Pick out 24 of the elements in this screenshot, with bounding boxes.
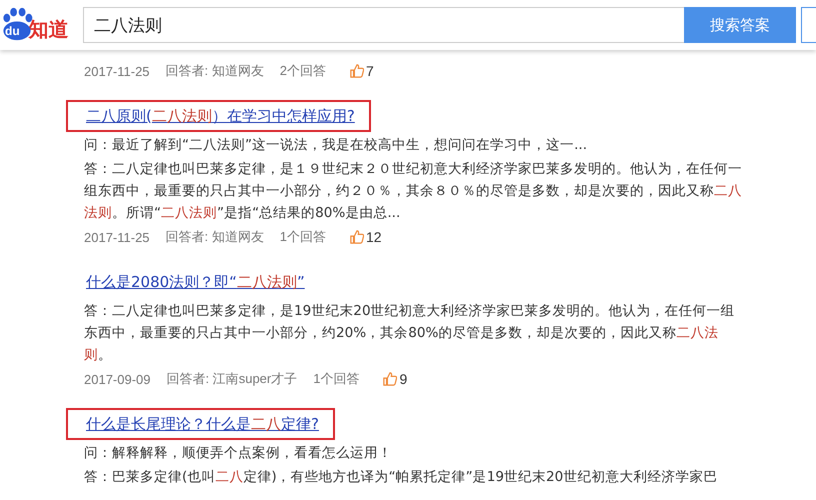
search-field[interactable]: 二八法则 bbox=[82, 7, 684, 43]
date-text: 2017-11-25 bbox=[84, 64, 150, 78]
answer-text: 答：二八定律也叫巴莱多定律，是１９世纪末２０世纪初意大利经济学家巴莱多发明的。他认为，在任何一组东西中，最重要的只占其中一小部分，约２０％，其余８０％的尽管是多数，却是次要的，因此又称二八法则。所谓“二八法则”是指“总结果的80%是由总... bbox=[84, 160, 743, 223]
logo-text: 知道 bbox=[28, 16, 69, 42]
logo-letters: du bbox=[5, 24, 20, 38]
date-text: 2017-09-09 bbox=[84, 372, 150, 386]
question-text: 问：最近了解到“二八法则”这一说法，我是在校高中生，想问问在学习中，这一... bbox=[84, 136, 588, 155]
date-text: 2017-11-25 bbox=[84, 230, 150, 244]
thumbs-up-icon[interactable] bbox=[350, 64, 364, 78]
question-text: 问：解释解释，顺便弄个点案例，看看怎么运用！ bbox=[84, 444, 393, 463]
answer-count: 1个回答 bbox=[280, 228, 326, 246]
answerer-text: 回答者: 江南super才子 bbox=[166, 370, 298, 388]
answerer-text: 回答者: 知道网友 bbox=[166, 228, 264, 246]
thumbs-up-icon[interactable] bbox=[383, 372, 398, 386]
answer-text: 答：巴莱多定律(也叫二八定律)，有些地方也译为“帕累托定律”是19世纪末20世纪初意大利经济学家巴 bbox=[84, 468, 718, 487]
answer-count: 1个回答 bbox=[313, 370, 360, 388]
answerer-text: 回答者: 知道网友 bbox=[166, 62, 264, 80]
like-count: 9 bbox=[399, 371, 408, 387]
like-count: 12 bbox=[366, 229, 382, 245]
like-count: 7 bbox=[366, 63, 374, 79]
edge-button[interactable] bbox=[801, 7, 816, 43]
answer-text: 答：二八定律也叫巴莱多定律，是19世纪末20世纪初意大利经济学家巴莱多发明的。他认为，在任何一组东西中，最重要的只占其中一小部分，约20%，其余80%的尽管是多数，却是次要的，因此又称二八法则。 bbox=[84, 302, 736, 365]
thumbs-up-icon[interactable] bbox=[350, 230, 364, 244]
answer-count: 2个回答 bbox=[280, 62, 326, 80]
